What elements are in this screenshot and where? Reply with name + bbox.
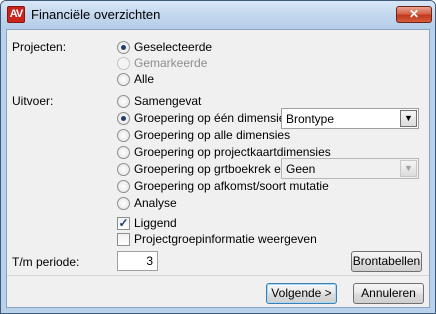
volgende-button[interactable]: Volgende > — [266, 283, 337, 304]
dialog-window: AV Financiële overzichten ✕ Projecten: G… — [0, 0, 436, 314]
radio-label: Groepering op projectkaartdimensies — [134, 145, 331, 159]
chevron-down-icon[interactable]: ▼ — [400, 110, 417, 127]
close-icon: ✕ — [408, 7, 420, 21]
brontabellen-button[interactable]: Brontabellen — [351, 251, 422, 272]
radio-icon[interactable] — [117, 129, 130, 142]
radio-label: Analyse — [134, 196, 177, 210]
chevron-down-icon: ▼ — [400, 160, 417, 177]
radio-icon[interactable] — [117, 197, 130, 210]
projecten-label: Projecten: — [12, 40, 67, 54]
radio-label: Groepering op grtboekrek en — [134, 162, 288, 176]
dialog-body: Projecten: Geselecteerde Gemarkeerde All… — [6, 29, 430, 308]
app-logo-icon: AV — [7, 6, 25, 23]
radio-label: Alle — [134, 72, 155, 86]
radio-icon[interactable] — [117, 146, 130, 159]
radio-icon[interactable] — [117, 41, 130, 54]
checkbox-label: Projectgroepinformatie weergeven — [134, 232, 317, 246]
radio-label: Samengevat — [134, 94, 202, 108]
checkbox-box[interactable]: ✓ — [117, 217, 130, 230]
radio-label: Geselecteerde — [134, 40, 213, 54]
grtboek-select: Geen ▼ — [281, 158, 419, 179]
periode-input[interactable]: 3 — [117, 251, 158, 271]
window-title: Financiële overzichten — [31, 7, 161, 22]
checkbox-label: Liggend — [134, 216, 177, 230]
radio-icon — [117, 57, 130, 70]
radio-icon[interactable] — [117, 180, 130, 193]
uitvoer-label: Uitvoer: — [12, 94, 54, 108]
dimension-select[interactable]: Brontype ▼ — [281, 108, 419, 129]
radio-label: Groepering op afkomst/soort mutatie — [134, 179, 329, 193]
radio-icon[interactable] — [117, 112, 130, 125]
annuleren-button[interactable]: Annuleren — [353, 283, 424, 304]
radio-icon[interactable] — [117, 163, 130, 176]
title-bar[interactable]: AV Financiële overzichten ✕ — [1, 1, 435, 29]
dialog-footer: Volgende > Annuleren — [7, 275, 429, 307]
radio-label: Groepering op alle dimensies — [134, 128, 291, 142]
close-button[interactable]: ✕ — [396, 6, 432, 23]
radio-label: Gemarkeerde — [134, 56, 208, 70]
radio-icon[interactable] — [117, 73, 130, 86]
checkbox-box[interactable] — [117, 233, 130, 246]
dimension-select-value: Brontype — [286, 112, 335, 126]
radio-icon[interactable] — [117, 95, 130, 108]
radio-label: Groepering op één dimensie — [134, 111, 286, 125]
periode-label: T/m periode: — [12, 255, 80, 269]
grtboek-select-value: Geen — [286, 162, 316, 176]
